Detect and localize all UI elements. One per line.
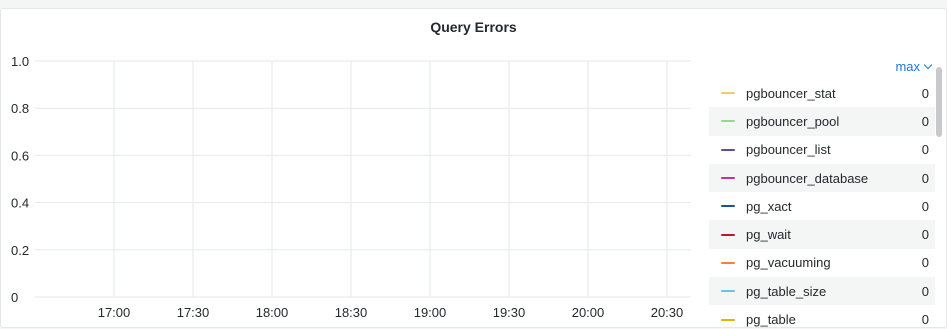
legend-swatch bbox=[721, 148, 735, 151]
legend-series-max: 0 bbox=[921, 113, 929, 129]
legend-item-pg_table[interactable]: pg_table 0 bbox=[709, 305, 935, 329]
query-errors-panel: Query Errors 1.0 0.8 0.6 0.4 0.2 0 17:00 17:30 1… bbox=[0, 8, 947, 328]
legend-item-pg_vacuuming[interactable]: pg_vacuuming 0 bbox=[709, 249, 935, 277]
legend-series-max: 0 bbox=[921, 227, 929, 243]
legend-series-max: 0 bbox=[921, 142, 929, 158]
legend-item-pgbouncer_pool[interactable]: pgbouncer_pool 0 bbox=[709, 107, 935, 136]
legend-swatch bbox=[721, 290, 735, 293]
y-tick-label: 0 bbox=[11, 290, 18, 305]
chart-plot-area: 1.0 0.8 0.6 0.4 0.2 0 17:00 17:30 18:00 18:30 19:0… bbox=[1, 9, 701, 329]
legend-item-pg_xact[interactable]: pg_xact 0 bbox=[709, 192, 935, 220]
legend-series-name: pgbouncer_stat bbox=[746, 85, 836, 101]
y-tick-label: 0.6 bbox=[11, 148, 29, 163]
y-tick-label: 0.8 bbox=[11, 101, 29, 116]
x-tick-label: 18:00 bbox=[256, 305, 289, 320]
legend-swatch bbox=[721, 120, 735, 123]
x-tick-label: 17:30 bbox=[177, 305, 210, 320]
y-tick-label: 1.0 bbox=[11, 54, 29, 69]
x-tick-label: 20:00 bbox=[572, 305, 605, 320]
legend-item-pgbouncer_list[interactable]: pgbouncer_list 0 bbox=[709, 136, 935, 164]
x-tick-label: 19:30 bbox=[493, 305, 526, 320]
legend-swatch bbox=[721, 177, 735, 180]
y-tick-label: 0.2 bbox=[11, 243, 29, 258]
chevron-down-icon bbox=[923, 60, 933, 69]
legend-series-max: 0 bbox=[921, 255, 929, 271]
x-tick-label: 18:30 bbox=[335, 305, 368, 320]
y-tick-label: 0.4 bbox=[11, 196, 29, 211]
legend-series-name: pg_wait bbox=[746, 227, 791, 243]
legend-series-name: pg_table_size bbox=[746, 283, 827, 299]
legend-rows: pgbouncer_stat 0 pgbouncer_pool 0 pgbouncer_… bbox=[709, 79, 935, 329]
legend-item-pg_wait[interactable]: pg_wait 0 bbox=[709, 220, 935, 249]
legend-series-name: pgbouncer_database bbox=[746, 170, 869, 186]
x-tick-label: 19:00 bbox=[414, 305, 447, 320]
legend-series-max: 0 bbox=[921, 198, 929, 214]
legend-sort-max-button[interactable]: max bbox=[895, 57, 933, 75]
legend-series-name: pg_xact bbox=[746, 198, 792, 214]
chart-svg: 1.0 0.8 0.6 0.4 0.2 0 17:00 17:30 18:00 18:30 19:0… bbox=[11, 54, 691, 320]
legend-item-pg_table_size[interactable]: pg_table_size 0 bbox=[709, 277, 935, 306]
legend-item-pgbouncer_stat[interactable]: pgbouncer_stat 0 bbox=[709, 79, 935, 107]
legend-swatch bbox=[721, 261, 735, 264]
legend-swatch bbox=[721, 92, 735, 95]
legend-swatch bbox=[721, 205, 735, 208]
legend-item-pgbouncer_database[interactable]: pgbouncer_database 0 bbox=[709, 163, 935, 193]
legend-sort-label: max bbox=[895, 58, 920, 74]
legend-series-name: pg_vacuuming bbox=[746, 255, 831, 271]
legend-series-max: 0 bbox=[921, 170, 929, 186]
legend-series-name: pgbouncer_list bbox=[746, 142, 831, 158]
legend-series-name: pg_table bbox=[746, 312, 796, 328]
legend-swatch bbox=[721, 318, 735, 321]
legend-scrollbar[interactable] bbox=[936, 67, 942, 137]
x-tick-label: 17:00 bbox=[98, 305, 131, 320]
legend-series-max: 0 bbox=[921, 312, 929, 328]
legend-swatch bbox=[721, 233, 735, 236]
legend-series-name: pgbouncer_pool bbox=[746, 113, 840, 129]
legend-series-max: 0 bbox=[921, 85, 929, 101]
x-tick-label: 20:30 bbox=[651, 305, 684, 320]
legend-series-max: 0 bbox=[921, 283, 929, 299]
legend: max pgbouncer_stat 0 pgbouncer_pool 0 pgboun… bbox=[709, 57, 945, 329]
